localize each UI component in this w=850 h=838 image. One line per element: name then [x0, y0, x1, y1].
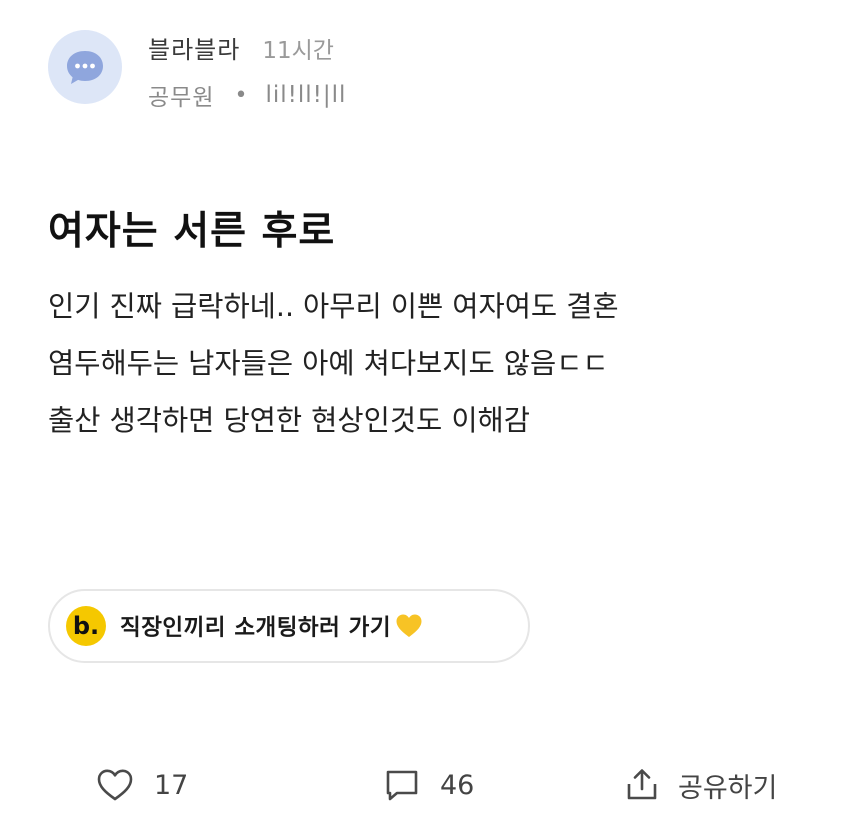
share-icon — [627, 769, 657, 800]
ad-banner-button[interactable]: b. 직장인끼리 소개팅하러 가기 — [48, 589, 530, 663]
author-company: lil!ll!|ll — [265, 82, 347, 108]
avatar[interactable] — [48, 30, 122, 104]
post-body-line: 출산 생각하면 당연한 현상인것도 이해감 — [48, 404, 530, 437]
post-body: 인기 진짜 급락하네.. 아무리 이쁜 여자여도 결혼 염두해두는 남자들은 아… — [48, 278, 828, 449]
chat-bubble-icon — [67, 51, 103, 84]
author-job: 공무원 — [148, 85, 215, 111]
meta-separator: • — [234, 82, 248, 108]
post-body-line: 인기 진짜 급락하네.. 아무리 이쁜 여자여도 결혼 — [48, 290, 619, 323]
ad-banner-text: 직장인끼리 소개팅하러 가기 — [120, 615, 392, 641]
like-count: 17 — [154, 769, 189, 801]
heart-icon — [97, 769, 133, 801]
comment-button[interactable]: 46 — [384, 760, 474, 810]
comment-count: 46 — [440, 769, 475, 801]
post-title: 여자는 서른 후로 — [48, 209, 336, 254]
post-header: 블라블라 11시간 공무원 • lil!ll!|ll — [48, 30, 346, 112]
yellow-heart-icon — [395, 613, 423, 639]
like-button[interactable]: 17 — [96, 760, 188, 810]
post-meta: 블라블라 11시간 공무원 • lil!ll!|ll — [148, 30, 346, 112]
share-label: 공유하기 — [678, 772, 778, 804]
comment-icon — [386, 770, 418, 801]
post-body-line: 염두해두는 남자들은 아예 쳐다보지도 않음ㄷㄷ — [48, 347, 609, 380]
share-button[interactable]: 공유하기 — [624, 760, 777, 810]
post-actions-bar: 17 46 공유하기 — [0, 760, 850, 810]
author-name[interactable]: 블라블라 — [148, 30, 240, 65]
post-time: 11시간 — [262, 38, 334, 64]
blind-logo-icon: b. — [66, 606, 106, 646]
